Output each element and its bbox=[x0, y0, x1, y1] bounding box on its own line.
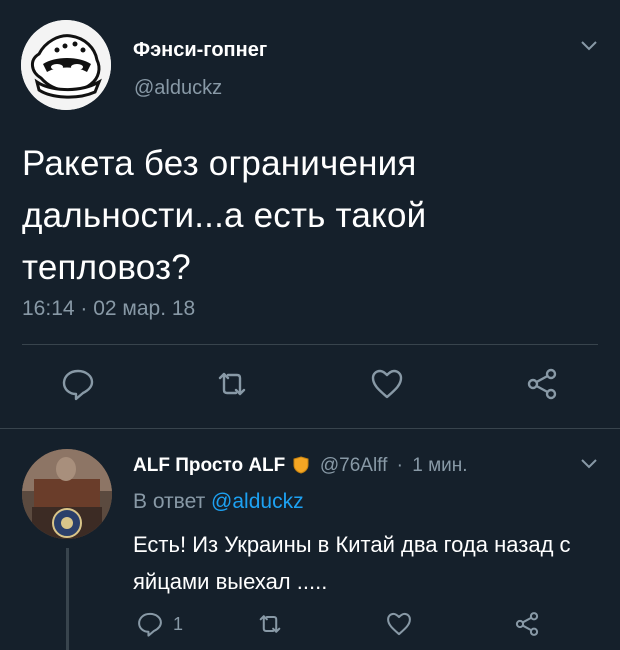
share-icon[interactable] bbox=[524, 366, 560, 402]
author-display-name[interactable]: Фэнси-гопнег bbox=[133, 39, 267, 62]
retweet-icon[interactable] bbox=[214, 366, 250, 402]
like-icon[interactable] bbox=[385, 610, 413, 638]
author-avatar[interactable] bbox=[21, 20, 111, 110]
author-handle[interactable]: @alduckz bbox=[134, 77, 222, 100]
reply-text: Есть! Из Украины в Китай два года назад … bbox=[133, 532, 571, 594]
reply-handle[interactable]: @76Alff bbox=[320, 455, 388, 476]
reply-header: ALF Просто ALF @76Alff · 1 мин. bbox=[133, 455, 468, 477]
shield-icon bbox=[293, 456, 309, 474]
divider bbox=[0, 428, 620, 429]
tweet-text: Ракета без ограничения дальности...а ест… bbox=[22, 144, 427, 287]
duck-mask-logo bbox=[21, 20, 111, 110]
reply-icon[interactable] bbox=[136, 610, 164, 638]
reply-icon[interactable] bbox=[60, 366, 96, 402]
retweet-icon[interactable] bbox=[256, 610, 284, 638]
reply-count: 1 bbox=[173, 614, 184, 634]
divider bbox=[22, 344, 598, 345]
chevron-down-icon[interactable] bbox=[580, 454, 598, 472]
reply-to-link[interactable]: @alduckz bbox=[211, 490, 304, 513]
tweet-timestamp[interactable]: 16:14 · 02 мар. 18 bbox=[22, 297, 195, 321]
chevron-down-icon[interactable] bbox=[580, 36, 598, 54]
like-icon[interactable] bbox=[369, 366, 405, 402]
reply-prefix: В ответ bbox=[133, 490, 206, 513]
avatar-photo bbox=[22, 449, 112, 539]
time-separator: · bbox=[396, 455, 403, 476]
reply-time[interactable]: 1 мин. bbox=[412, 455, 467, 476]
share-icon[interactable] bbox=[513, 610, 541, 638]
reply-display-name[interactable]: ALF Просто ALF bbox=[133, 455, 285, 476]
reply-author-avatar[interactable] bbox=[22, 449, 112, 539]
reply-context: В ответ @alduckz bbox=[133, 490, 304, 514]
thread-line bbox=[66, 548, 69, 650]
